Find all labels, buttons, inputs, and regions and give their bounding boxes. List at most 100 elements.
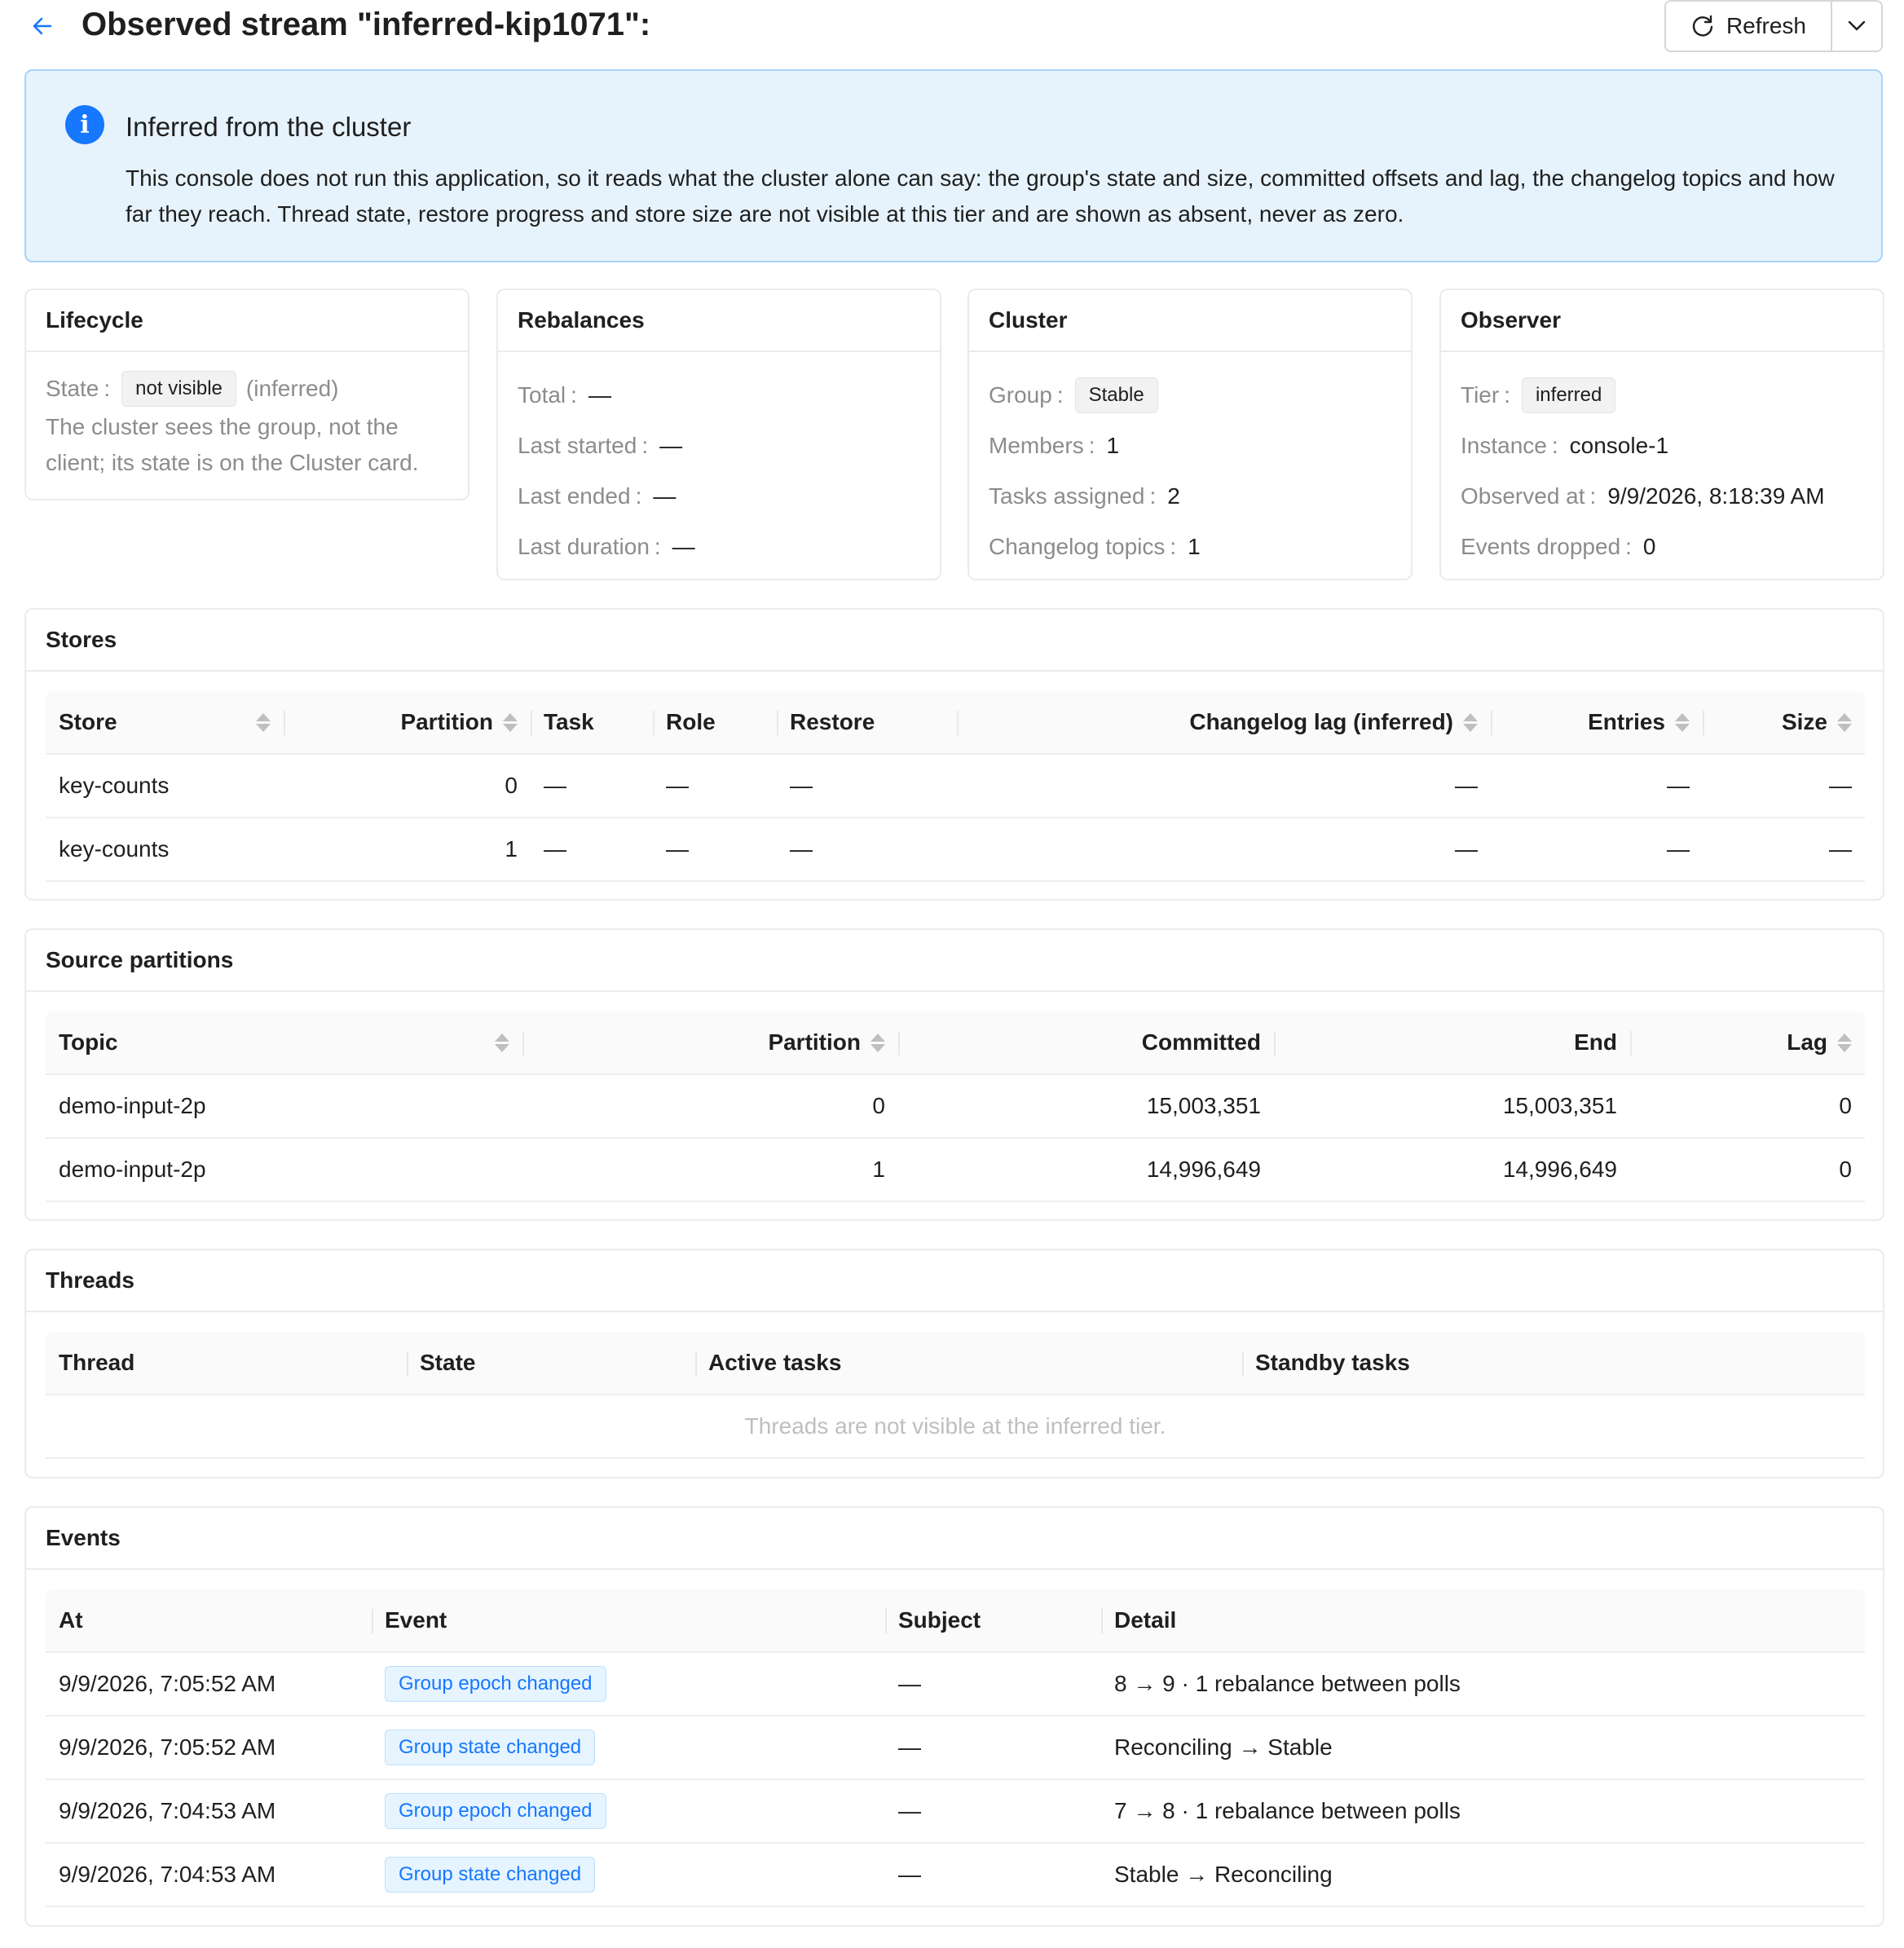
cell-committed: 15,003,351 (1146, 1093, 1261, 1118)
cell-role: — (666, 773, 689, 798)
sort-icon (256, 712, 271, 732)
lifecycle-card-title: Lifecycle (26, 290, 468, 352)
cell-end: 15,003,351 (1502, 1093, 1617, 1118)
sort-icon (1837, 1033, 1852, 1052)
col-subject: Subject (885, 1589, 1101, 1651)
cell-lag: 0 (1839, 1157, 1852, 1182)
observer-instance-row: Instance: console-1 (1461, 433, 1669, 458)
col-role: Role (653, 691, 777, 753)
observer-tier-row: Tier: inferred (1461, 370, 1863, 421)
back-button[interactable] (24, 10, 60, 42)
col-changelog-lag[interactable]: Changelog lag (inferred) (957, 691, 1491, 753)
cell-topic: demo-input-2p (59, 1157, 206, 1182)
table-row: demo-input-2p 0 15,003,351 15,003,351 0 (46, 1075, 1865, 1139)
col-lag[interactable]: Lag (1630, 1011, 1865, 1073)
cell-store: key-counts (59, 773, 170, 798)
col-entries[interactable]: Entries (1491, 691, 1703, 753)
observed-at-value: 9/9/2026, 8:18:39 AM (1607, 483, 1825, 509)
stores-table: Store Partition Task Role Restore Change… (46, 691, 1865, 882)
last-started-label: Last started (518, 433, 637, 458)
threads-table-header: Thread State Active tasks Standby tasks (46, 1332, 1865, 1395)
event-type-tag: Group epoch changed (385, 1666, 606, 1702)
state-label: State (46, 376, 99, 401)
threads-card-title: Threads (26, 1250, 1883, 1312)
col-detail: Detail (1101, 1589, 1865, 1651)
cell-detail: Reconciling → Stable (1114, 1734, 1333, 1760)
changelog-topics-label: Changelog topics (989, 534, 1166, 559)
col-restore: Restore (777, 691, 957, 753)
col-committed: Committed (898, 1011, 1274, 1073)
cell-at: 9/9/2026, 7:04:53 AM (59, 1862, 276, 1887)
rebalances-total-label: Total (518, 382, 566, 408)
col-topic[interactable]: Topic (46, 1011, 522, 1073)
lifecycle-state-row: State: not visible (inferred) (46, 368, 448, 409)
cluster-card: Cluster Group: Stable Members:1 Tasks ass… (967, 289, 1413, 580)
stores-card-title: Stores (26, 610, 1883, 672)
rebalances-last-duration-row: Last duration: — (518, 534, 695, 559)
cell-at: 9/9/2026, 7:05:52 AM (59, 1671, 276, 1696)
cluster-tasks-row: Tasks assigned:2 (989, 483, 1180, 509)
cell-size: — (1829, 773, 1852, 798)
col-size[interactable]: Size (1703, 691, 1865, 753)
page: Observed stream "inferred-kip1071": Refr… (0, 0, 1904, 1948)
col-task: Task (531, 691, 653, 753)
sort-icon (495, 1033, 509, 1052)
last-ended-label: Last ended (518, 483, 631, 509)
events-card-title: Events (26, 1508, 1883, 1570)
cell-store: key-counts (59, 836, 170, 862)
tasks-assigned-value: 2 (1167, 483, 1180, 509)
group-label: Group (989, 382, 1052, 408)
col-partition[interactable]: Partition (522, 1011, 898, 1073)
refresh-label: Refresh (1726, 13, 1806, 38)
events-table-header: At Event Subject Detail (46, 1589, 1865, 1653)
col-partition[interactable]: Partition (284, 691, 531, 753)
reload-icon (1692, 15, 1713, 37)
col-state: State (407, 1332, 695, 1394)
events-dropped-value: 0 (1642, 534, 1656, 559)
info-alert: i Inferred from the cluster This console… (24, 69, 1883, 262)
cluster-changelog-row: Changelog topics:1 (989, 534, 1201, 559)
page-header: Observed stream "inferred-kip1071": Refr… (24, 0, 1883, 52)
members-value: 1 (1106, 433, 1120, 458)
alert-body: This console does not run this applicati… (126, 165, 1835, 227)
observer-observed-at-row: Observed at:9/9/2026, 8:18:39 AM (1461, 483, 1825, 509)
threads-card: Threads Thread State Active tasks Standb… (24, 1249, 1884, 1479)
sort-icon (1675, 712, 1690, 732)
event-type-tag: Group epoch changed (385, 1793, 606, 1829)
observer-card-title: Observer (1441, 290, 1883, 352)
cell-partition: 0 (872, 1093, 885, 1118)
rebalances-card: Rebalances Total: — Last started: — Last e… (496, 289, 941, 580)
cell-detail: 7 → 8 · 1 rebalance between polls (1114, 1798, 1461, 1823)
col-at: At (59, 1607, 83, 1633)
instance-label: Instance (1461, 433, 1547, 458)
source-partitions-table: Topic Partition Committed End Lag demo-i… (46, 1011, 1865, 1202)
cell-partition: 0 (505, 773, 518, 798)
arrow-left-icon (33, 17, 52, 35)
source-partitions-card-title: Source partitions (26, 930, 1883, 992)
table-row: 9/9/2026, 7:04:53 AM Group epoch changed… (46, 1780, 1865, 1844)
cell-size: — (1829, 836, 1852, 862)
refresh-button[interactable]: Refresh (1666, 2, 1832, 51)
cell-committed: 14,996,649 (1146, 1157, 1261, 1182)
col-store[interactable]: Store (46, 691, 284, 753)
sort-icon (1837, 712, 1852, 732)
cell-subject: — (898, 1671, 921, 1696)
cluster-card-title: Cluster (969, 290, 1411, 352)
refresh-button-group: Refresh (1664, 0, 1883, 52)
table-row: 9/9/2026, 7:05:52 AM Group epoch changed… (46, 1653, 1865, 1717)
refresh-options-dropdown[interactable] (1832, 2, 1881, 51)
info-icon: i (65, 105, 104, 144)
col-end: End (1274, 1011, 1630, 1073)
rebalances-total-row: Total: — (518, 382, 611, 408)
tier-label: Tier (1461, 382, 1500, 408)
col-partition-label: Partition (768, 1029, 861, 1055)
rebalances-total-value: — (588, 382, 611, 408)
last-started-value: — (659, 433, 683, 458)
cell-subject: — (898, 1862, 921, 1887)
cell-at: 9/9/2026, 7:05:52 AM (59, 1734, 276, 1760)
cell-task: — (544, 773, 566, 798)
cell-changelog-lag: — (1455, 836, 1478, 862)
last-ended-value: — (653, 483, 677, 509)
source-partitions-table-header: Topic Partition Committed End Lag (46, 1011, 1865, 1075)
cell-role: — (666, 836, 689, 862)
